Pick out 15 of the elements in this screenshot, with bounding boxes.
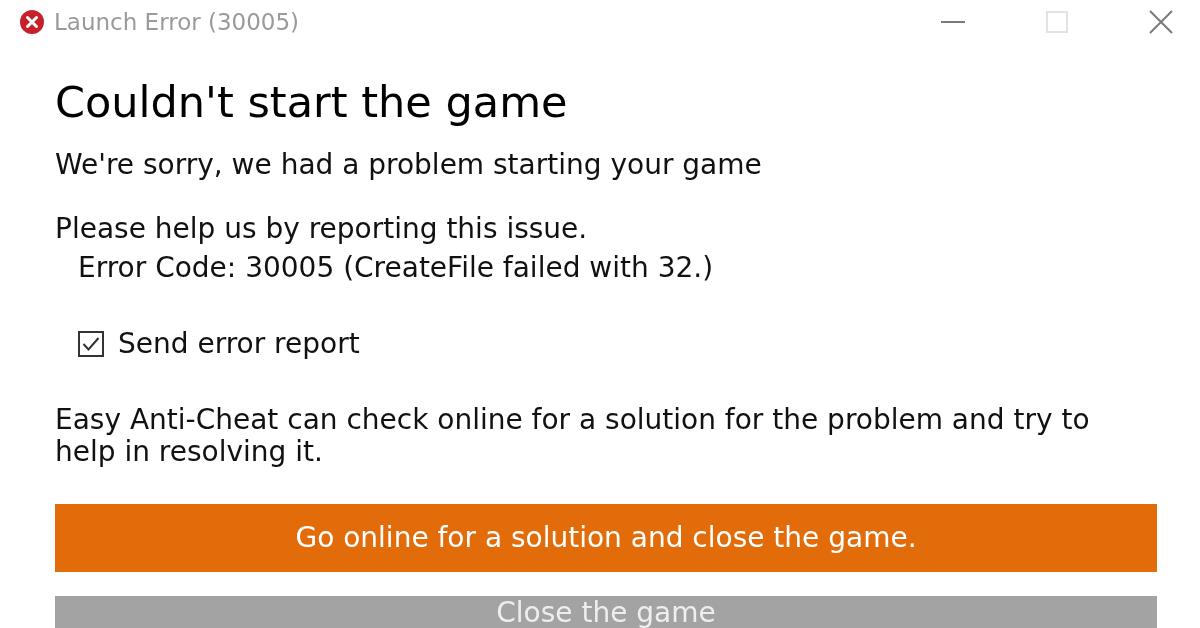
checkbox-label[interactable]: Send error report [118,328,360,360]
description-text: Easy Anti-Cheat can check online for a solution for the problem and try to help in resolving it. [55,404,1091,468]
error-code-text: Error Code: 30005 (CreateFile failed with 32.) [77,252,714,284]
window-title: Launch Error (30005) [54,9,301,35]
close-game-button[interactable]: Close the game [55,596,1157,628]
subtitle-text: We're sorry, we had a problem starting your game [55,149,762,181]
report-prompt-text: Please help us by reporting this issue. [55,213,588,245]
error-icon [20,10,44,34]
close-icon [1149,10,1173,34]
close-button[interactable] [1149,10,1173,34]
minimize-icon [941,21,965,23]
maximize-icon [1046,11,1068,33]
solution-button[interactable]: Go online for a solution and close the game. [55,504,1157,572]
checkbox[interactable] [78,331,104,357]
dialog-heading: Couldn't start the game [55,78,568,126]
